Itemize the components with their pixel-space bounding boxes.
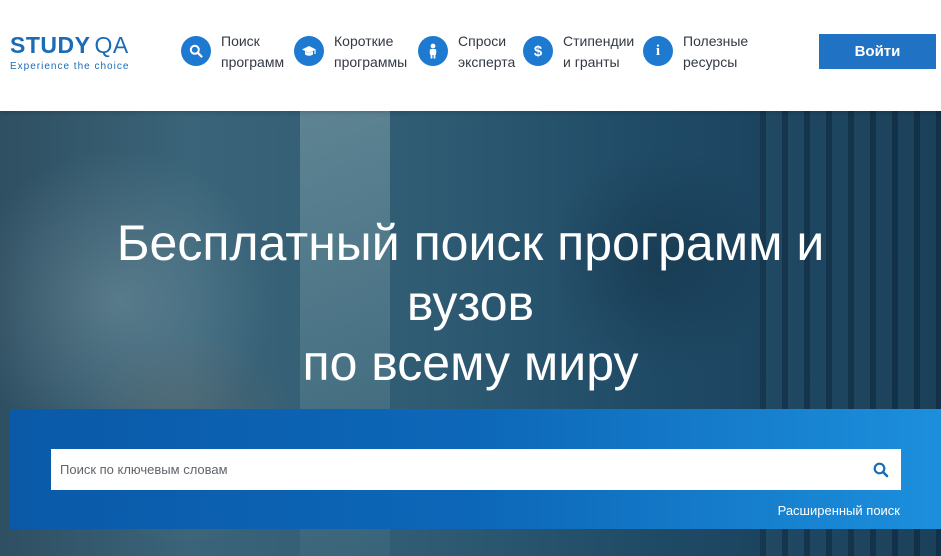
logo-study: STUDY: [10, 32, 91, 58]
advanced-search-link[interactable]: Расширенный поиск: [778, 503, 900, 518]
search-box: [51, 449, 901, 490]
dollar-icon: $: [523, 36, 553, 66]
nav-item-resources[interactable]: i Полезные ресурсы: [643, 31, 749, 73]
site-header: STUDY QA Experience the choice Поиск прог…: [0, 0, 941, 111]
logo-wordmark: STUDY QA: [10, 33, 129, 57]
search-button[interactable]: [861, 449, 901, 490]
hero-title-line: вузов: [406, 275, 535, 331]
nav-item-program-search[interactable]: Поиск программ: [181, 31, 287, 73]
nav-item-label: Короткие программы: [334, 33, 408, 70]
nav-item-label: Поиск программ: [221, 33, 285, 70]
search-input[interactable]: [51, 449, 861, 490]
search-icon: [181, 36, 211, 66]
nav-item-label: Стипендии и гранты: [563, 33, 635, 70]
person-icon: [418, 36, 448, 66]
hero-title-line: Бесплатный поиск программ и: [116, 215, 825, 271]
logo-tagline: Experience the choice: [10, 61, 130, 72]
logo-qa: QA: [94, 32, 129, 58]
hero-title: Бесплатный поиск программ и вузов по все…: [0, 213, 941, 393]
login-button[interactable]: Войти: [819, 34, 936, 69]
search-icon: [873, 462, 889, 477]
nav-item-short-programs[interactable]: Короткие программы: [294, 31, 410, 73]
logo[interactable]: STUDY QA Experience the choice: [10, 33, 129, 72]
nav-item-label: Спроси эксперта: [458, 33, 516, 70]
search-panel: Расширенный поиск: [10, 409, 941, 529]
nav-item-scholarships[interactable]: $ Стипендии и гранты: [523, 31, 637, 73]
hero-title-line: по всему миру: [302, 335, 639, 391]
nav-item-label: Полезные ресурсы: [683, 33, 749, 70]
nav-item-ask-expert[interactable]: Спроси эксперта: [418, 31, 518, 73]
graduation-cap-icon: [294, 36, 324, 66]
info-icon: i: [643, 36, 673, 66]
